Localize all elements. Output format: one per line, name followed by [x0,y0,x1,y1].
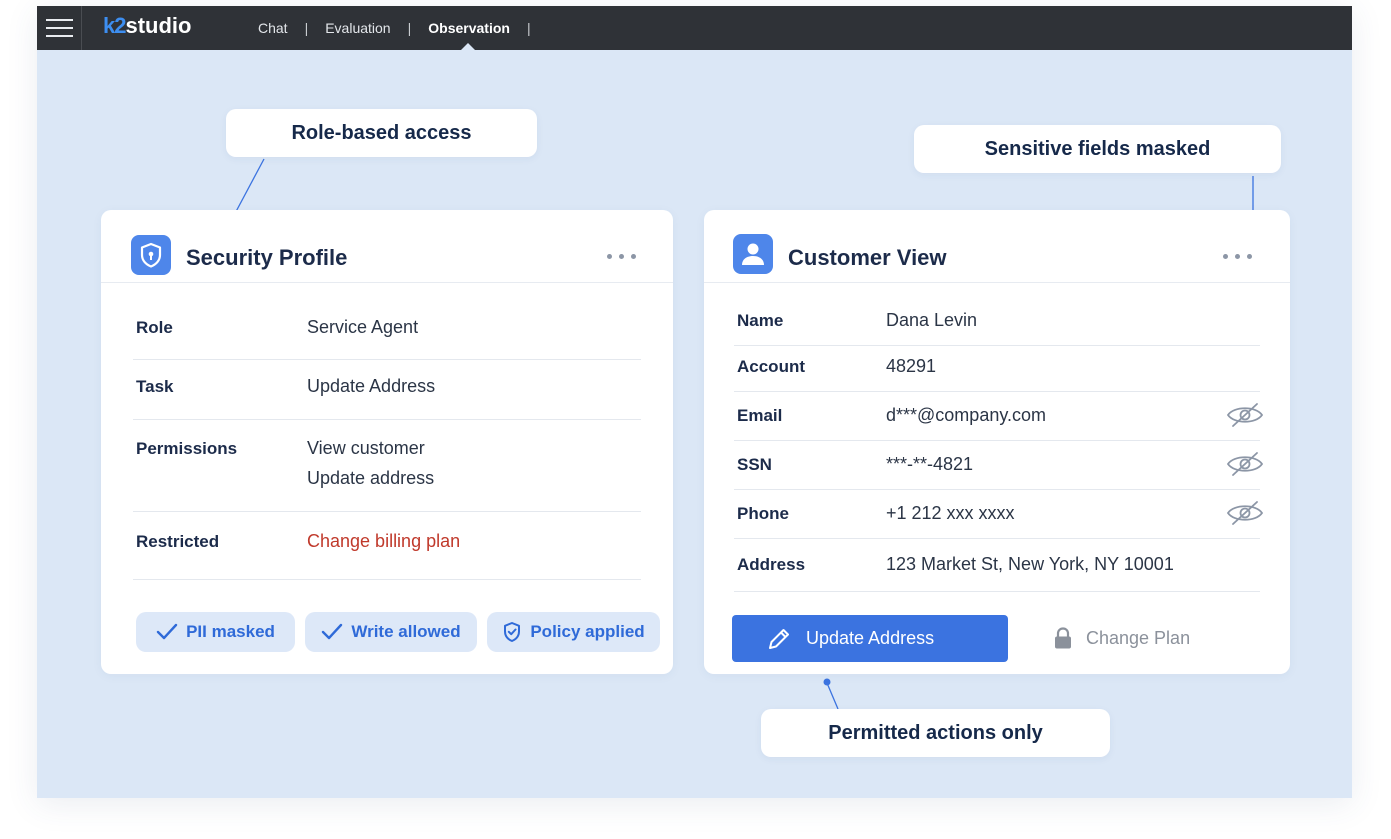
nav-chat[interactable]: Chat [258,20,288,36]
top-bar: k2 studio Chat | Evaluation | Observation… [37,6,1352,50]
customer-row-ssn: SSN ***-**-4821 [734,441,1264,490]
shield-check-icon [504,622,521,642]
card-title: Customer View [788,245,947,270]
eye-off-icon[interactable] [1226,402,1264,428]
chip-label: Policy applied [530,622,645,641]
nav-separator: | [304,20,309,36]
profile-row-task: Task Update Address [133,360,641,420]
row-label: Phone [737,504,789,523]
check-icon [156,623,178,640]
row-label: Restricted [136,532,220,551]
row-value: Dana Levin [886,310,978,330]
row-value-secondary: Update address [307,468,435,488]
app-frame: k2 studio Chat | Evaluation | Observation… [37,6,1352,798]
check-icon [322,623,343,640]
button-label: Update Address [806,628,935,648]
card-title: Security Profile [186,245,348,270]
row-label: Permissions [136,439,238,458]
row-value: +1 212 xxx xxxx [886,503,1015,523]
chip-pii-masked: PII masked [136,612,295,652]
card-header: Customer View [704,210,1290,283]
row-value: Update Address [307,376,436,396]
profile-row-restricted: Restricted Change billing plan [133,512,641,580]
customer-row-email: Email d***@company.com [734,392,1264,441]
row-value: 48291 [886,356,937,376]
callout-sensitive-fields: Sensitive fields masked [914,125,1281,173]
update-address-button[interactable]: Update Address [732,615,1008,662]
row-label: Address [737,555,806,574]
nav-evaluation[interactable]: Evaluation [325,20,390,36]
row-label: Role [136,318,173,337]
row-value: ***-**-4821 [886,454,974,474]
row-value: View customer [307,438,425,458]
customer-row-phone: Phone +1 212 xxx xxxx [734,490,1264,539]
menu-icon[interactable] [37,6,82,50]
button-label: Change Plan [1086,627,1191,648]
nav-separator: | [407,20,412,36]
row-label: Task [136,377,174,396]
customer-row-account: Account 48291 [734,346,1260,392]
profile-row-role: Role Service Agent [133,284,641,360]
nav-observation[interactable]: Observation [428,20,510,36]
eye-off-icon[interactable] [1226,451,1264,477]
change-plan-button: Change Plan [1054,623,1190,653]
row-value: Service Agent [307,317,419,337]
callout-role-based-access: Role-based access [226,109,537,157]
profile-row-permissions: Permissions View customer Update address [133,420,641,512]
customer-view-card: Customer View Name Dana Levin Account 48… [704,210,1290,674]
customer-row-address: Address 123 Market St, New York, NY 1000… [734,539,1260,592]
row-label: Email [737,406,783,425]
app-logo[interactable]: k2 studio [103,13,191,41]
security-profile-card: Security Profile Role Service Agent Task… [101,210,673,674]
callout-permitted-actions: Permitted actions only [761,709,1110,757]
row-value: 123 Market St, New York, NY 10001 [886,554,1174,574]
shield-lock-icon [131,235,171,275]
pencil-icon [769,628,789,649]
row-label: Name [737,311,784,330]
eye-off-icon[interactable] [1226,500,1264,526]
chip-label: Write allowed [351,622,461,641]
more-options-icon[interactable] [1223,254,1252,259]
restricted-value: Change billing plan [307,531,461,551]
main-nav: Chat | Evaluation | Observation | [258,6,548,50]
nav-separator: | [526,20,531,36]
active-tab-indicator [461,43,475,50]
row-label: Account [737,357,805,376]
chip-label: PII masked [186,622,275,641]
customer-row-name: Name Dana Levin [734,284,1260,346]
chip-write-allowed: Write allowed [305,612,477,652]
user-icon [733,234,773,274]
row-label: SSN [737,455,772,474]
chip-policy-applied: Policy applied [487,612,660,652]
more-options-icon[interactable] [607,254,636,259]
row-value: d***@company.com [886,405,1047,425]
card-header: Security Profile [101,210,673,283]
lock-icon [1055,627,1071,649]
